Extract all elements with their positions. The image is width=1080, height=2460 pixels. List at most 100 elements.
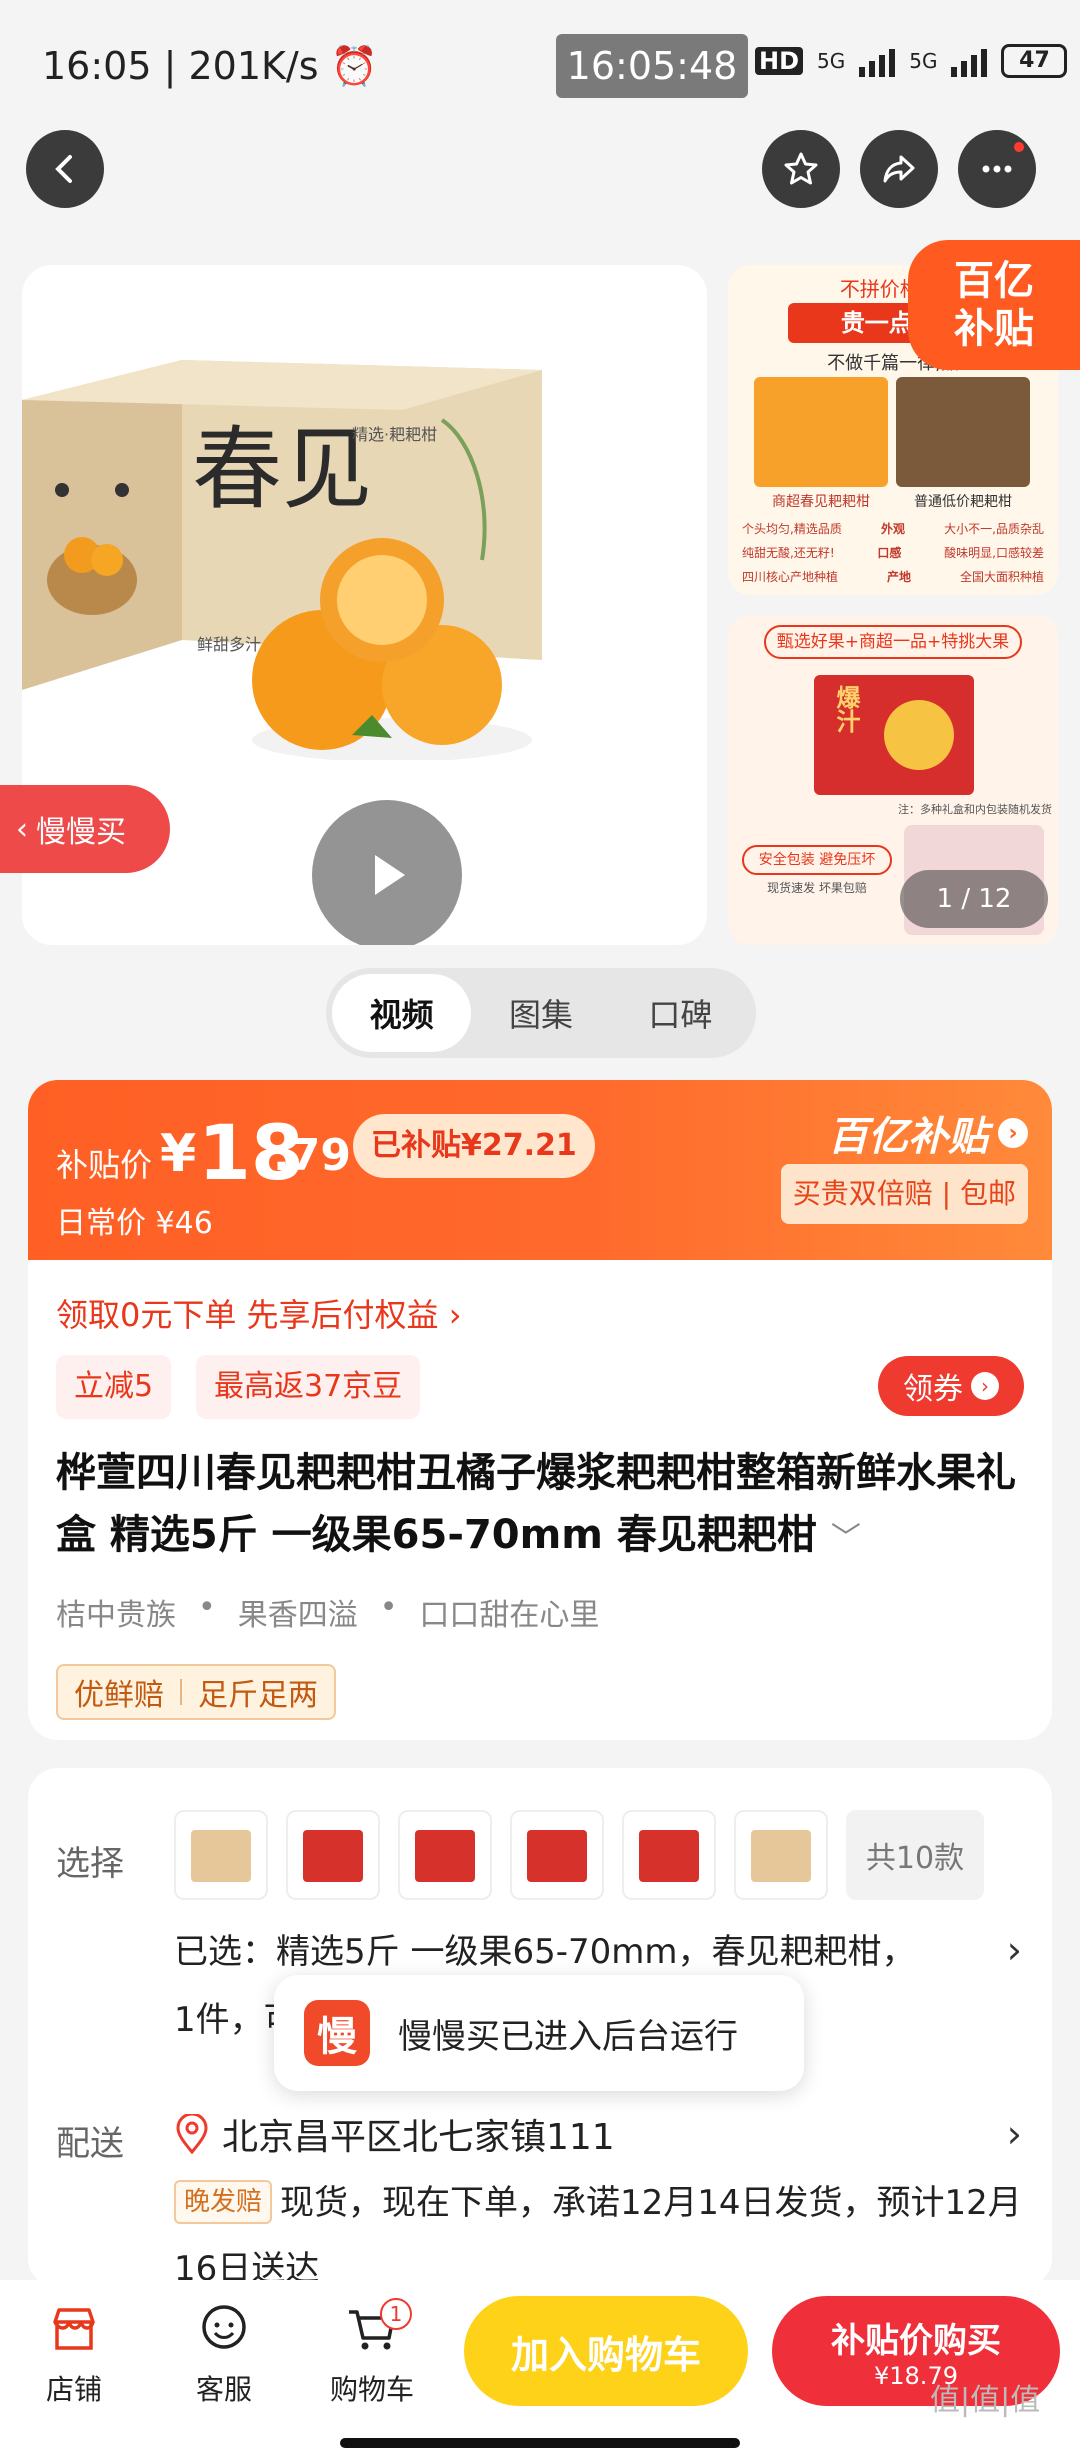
battery-icon: 47	[1001, 44, 1068, 78]
product-tag: 果香四溢	[237, 1598, 358, 1633]
thumb1-bad-fruit	[896, 377, 1030, 487]
late-ship-guarantee-tag: 晚发赔	[174, 2180, 273, 2224]
play-icon	[375, 855, 405, 895]
more-variants-button[interactable]: 共10款	[846, 1810, 984, 1900]
status-bar: 16:05 | 201K/s ⏰ 16:05:48 HD 5G 5G 47	[0, 0, 1080, 130]
product-title[interactable]: 桦萱四川春见耙耙柑丑橘子爆浆耙耙柑整箱新鲜水果礼盒 精选5斤 一级果65-70m…	[56, 1442, 1026, 1570]
thumb1-row: 纯甜无酸,还无籽! 口感 酸味明显,口感较差	[742, 546, 1044, 560]
thumb1-row: 四川核心产地种植 产地 全国大面积种植	[742, 570, 1044, 584]
lion-head-icon	[884, 700, 954, 770]
chevron-right-icon[interactable]: ›	[1007, 2112, 1022, 2156]
tab-reviews[interactable]: 口碑	[611, 974, 750, 1052]
app-logo-text: 慢	[317, 2014, 357, 2060]
signal-1-label: 5G	[817, 49, 846, 73]
shop-button[interactable]: 店铺	[24, 2300, 124, 2408]
location-pin-icon	[176, 2114, 208, 2154]
chevron-right-icon: ›	[971, 1372, 999, 1400]
product-box-illustration: 春见 鲜甜多汁 营养健康 精选·耙耙柑	[22, 360, 542, 760]
price-currency: ¥	[160, 1124, 197, 1184]
variant-swatch[interactable]	[622, 1810, 716, 1900]
signal-2-label: 5G	[909, 49, 938, 73]
subsidy-badge[interactable]: 百亿 补贴	[908, 240, 1080, 370]
play-video-button[interactable]	[312, 800, 462, 945]
variant-swatches: 共10款	[174, 1810, 984, 1900]
signal-icon-2	[951, 45, 988, 77]
more-button[interactable]	[958, 130, 1036, 208]
notification-dot	[1012, 140, 1026, 154]
slow-buy-tag[interactable]: ‹ 慢慢买	[0, 785, 170, 873]
thumb1-good-fruit	[754, 377, 888, 487]
subsidy-brand-link[interactable]: 百亿补贴 ›	[828, 1104, 1028, 1162]
star-icon	[784, 152, 818, 185]
cart-count-badge: 1	[380, 2298, 412, 2330]
product-title-text: 桦萱四川春见耙耙柑丑橘子爆浆耙耙柑整箱新鲜水果礼盒 精选5斤 一级果65-70m…	[56, 1450, 1016, 1558]
delivery-label: 配送	[56, 2124, 124, 2164]
status-time-speed: 16:05 | 201K/s ⏰	[42, 44, 378, 89]
get-coupon-button[interactable]: 领券 ›	[878, 1356, 1024, 1416]
chevron-right-icon[interactable]: ›	[1007, 1928, 1022, 1972]
status-icons: HD 5G 5G 47	[755, 44, 1068, 78]
home-indicator[interactable]	[340, 2438, 740, 2448]
shop-icon	[53, 2308, 95, 2350]
share-icon	[883, 155, 915, 183]
product-tag: 口口甜在心里	[419, 1598, 600, 1633]
service-label: 客服	[195, 2373, 252, 2406]
fresh-guarantee-chip[interactable]: 优鲜赔 足斤足两	[56, 1664, 336, 1720]
subsidized-amount-chip: 已补贴¥27.21	[353, 1114, 595, 1178]
expand-chevron-icon[interactable]: ﹀	[831, 1521, 861, 1556]
toast-message: 慢慢买已进入后台运行	[398, 2016, 738, 2057]
tab-video[interactable]: 视频	[332, 974, 472, 1052]
variant-swatch[interactable]	[734, 1810, 828, 1900]
variant-swatch[interactable]	[398, 1810, 492, 1900]
chevron-right-icon: ›	[998, 1118, 1028, 1148]
select-label: 选择	[56, 1844, 124, 1884]
bottom-action-bar: 店铺 客服 1 购物车 加入购物车 补贴价购买 ¥18.79	[0, 2280, 1080, 2460]
variant-swatch[interactable]	[174, 1810, 268, 1900]
tab-gallery[interactable]: 图集	[471, 974, 610, 1052]
jingdou-chip[interactable]: 最高返37京豆	[196, 1355, 421, 1419]
tag-separator: •	[379, 1590, 398, 1625]
coupon-label: 领券	[903, 1372, 963, 1407]
thumb2-note: 注：多种礼盒和内包装随机发货	[898, 803, 1052, 816]
back-button[interactable]	[26, 130, 104, 208]
discount-chip[interactable]: 立减5	[56, 1355, 172, 1419]
variant-swatch[interactable]	[286, 1810, 380, 1900]
pay-later-link[interactable]: 领取0元下单 先享后付权益 ›	[56, 1290, 462, 1336]
thumb2-box-text: 爆汁	[832, 685, 860, 733]
box-sub-text: 精选·耙耙柑	[352, 425, 437, 444]
cart-label: 购物车	[329, 2373, 414, 2406]
share-button[interactable]	[860, 130, 938, 208]
chevron-left-icon: ‹	[16, 811, 28, 847]
hd-icon: HD	[755, 47, 804, 75]
cart-button[interactable]: 1 购物车	[322, 2298, 422, 2408]
subsidy-brand-label: 百亿补贴	[828, 1114, 988, 1160]
price-banner: 补贴价 ¥ 18 .79 已补贴¥27.21 日常价 ¥46 百亿补贴 › 买贵…	[28, 1080, 1052, 1260]
delivery-address[interactable]: 北京昌平区北七家镇111	[174, 2108, 615, 2160]
shop-label: 店铺	[45, 2373, 102, 2406]
thumb2-tag-sub: 现货速发 坏果包赔	[767, 881, 867, 895]
gallery-pager: 1 / 12	[900, 870, 1048, 928]
thumb1-table: 个头均匀,精选品质 外观 大小不一,品质杂乱 纯甜无酸,还无籽! 口感 酸味明显,口感较…	[742, 517, 1044, 589]
favorite-button[interactable]	[762, 130, 840, 208]
customer-service-button[interactable]: 客服	[174, 2300, 274, 2408]
guarantee-chip[interactable]: 买贵双倍赔 | 包邮	[780, 1164, 1028, 1224]
box-title-text: 春见	[192, 417, 372, 522]
full-weight-label: 足斤足两	[198, 1678, 318, 1713]
product-tags: 桔中贵族 • 果香四溢 • 口口甜在心里	[56, 1590, 599, 1634]
slow-buy-label: 慢慢买	[36, 815, 126, 850]
product-info-card: 补贴价 ¥ 18 .79 已补贴¥27.21 日常价 ¥46 百亿补贴 › 买贵…	[28, 1080, 1052, 1740]
thumb1-left-caption: 商超春见耙耙柑	[772, 494, 870, 510]
alarm-icon: ⏰	[330, 44, 378, 88]
media-tabs: 视频 图集 口碑	[326, 968, 756, 1058]
chat-face-icon	[202, 2305, 246, 2349]
watermark: 值|值|值	[930, 2383, 1041, 2418]
screen-clock: 16:05:48	[556, 34, 748, 98]
subsidy-badge-line1: 百亿	[954, 258, 1034, 304]
daily-price: 日常价 ¥46	[56, 1206, 213, 1241]
shipping-text: 现货，现在下单，承诺12月14日发货，预计12月16日送达	[174, 2183, 1022, 2289]
add-to-cart-button[interactable]: 加入购物车	[464, 2296, 748, 2406]
variant-swatch[interactable]	[510, 1810, 604, 1900]
status-left-text: 16:05 | 201K/s	[42, 44, 319, 88]
fresh-guarantee-label: 优鲜赔	[74, 1678, 164, 1713]
thumb1-row: 个头均匀,精选品质 外观 大小不一,品质杂乱	[742, 522, 1044, 536]
